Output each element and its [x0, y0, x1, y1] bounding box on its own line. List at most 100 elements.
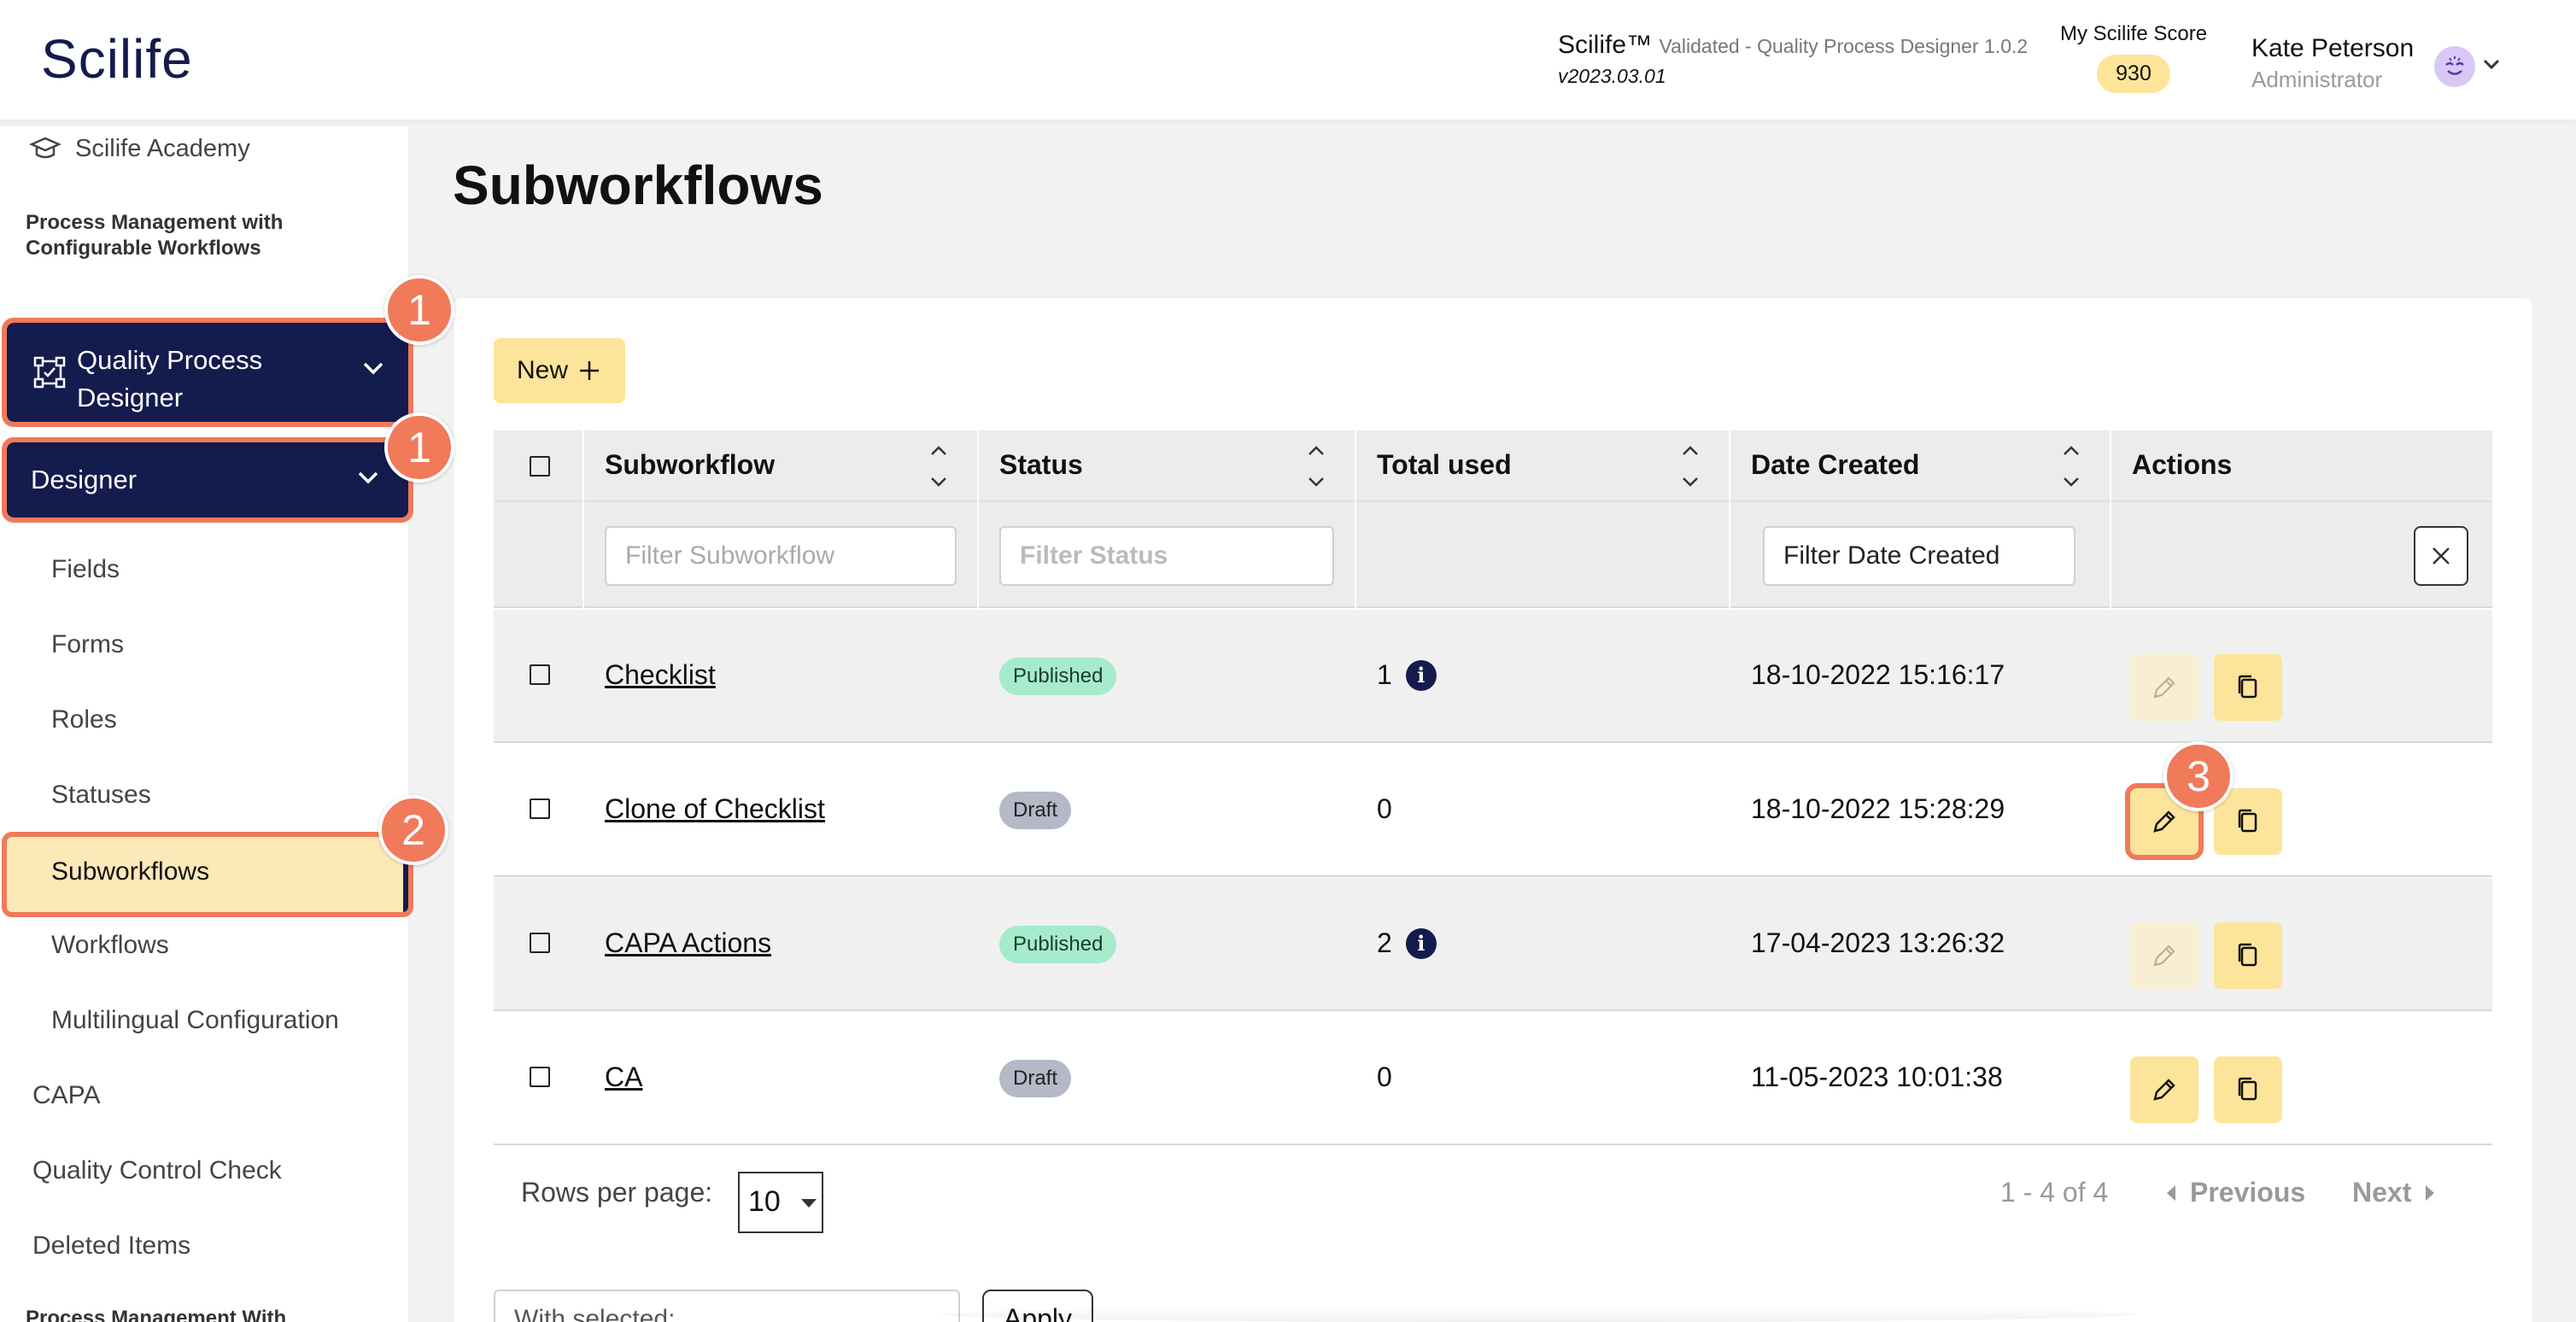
app-info: Scilife™ Validated - Quality Process Des…	[1558, 31, 2028, 88]
app-subtitle: Validated - Quality Process Designer 1.0…	[1659, 35, 2029, 57]
next-page-button[interactable]: Next	[2352, 1177, 2437, 1208]
table-row: CA Draft 0 11-05-2023 10:01:38	[494, 1012, 2492, 1145]
sidebar-item-roles[interactable]: Roles	[51, 705, 117, 734]
sort-icon[interactable]	[2060, 439, 2082, 494]
sidebar-item-workflows[interactable]: Workflows	[51, 931, 169, 960]
sidebar-item-fields[interactable]: Fields	[51, 555, 120, 584]
edit-button[interactable]	[2130, 922, 2198, 989]
sort-icon[interactable]	[928, 439, 950, 494]
new-button[interactable]: New	[494, 338, 625, 403]
callout-badge-1-second: 1	[384, 412, 454, 483]
workflow-icon	[33, 356, 66, 389]
sidebar-item-quality-control-check[interactable]: Quality Control Check	[32, 1156, 282, 1185]
scilife-logo[interactable]: Scilife	[41, 27, 193, 91]
filter-subworkflow-input[interactable]	[605, 526, 957, 586]
status-badge: Published	[999, 658, 1117, 695]
total-used-value: 1	[1377, 659, 1392, 690]
total-used-cell: 2 i	[1377, 927, 1437, 959]
status-badge: Draft	[999, 792, 1072, 829]
select-all-checkbox[interactable]	[530, 456, 550, 477]
chevron-down-icon[interactable]	[2482, 58, 2501, 70]
duplicate-button[interactable]	[2214, 922, 2282, 989]
clear-filters-button[interactable]	[2414, 526, 2468, 586]
info-icon[interactable]: i	[1405, 659, 1437, 691]
sidebar-item-subworkflows[interactable]: Subworkflows	[2, 832, 413, 917]
graduation-cap-icon	[29, 137, 61, 159]
sidebar-item-quality-process-designer[interactable]: Quality Process Designer	[2, 318, 413, 427]
sidebar-cut-off-title: Process Management With	[26, 1307, 287, 1322]
row-checkbox[interactable]	[530, 933, 550, 953]
column-header-status[interactable]: Status	[999, 449, 1083, 481]
subworkflow-link[interactable]: Clone of Checklist	[605, 793, 825, 825]
sidebar-item-designer[interactable]: Designer	[2, 437, 413, 523]
column-separator	[2110, 430, 2111, 608]
total-used-cell: 0	[1377, 1062, 1392, 1093]
edit-button[interactable]	[2130, 654, 2198, 721]
status-badge: Published	[999, 926, 1117, 963]
row-checkbox[interactable]	[530, 664, 550, 685]
sidebar-item-capa[interactable]: CAPA	[32, 1081, 100, 1110]
pencil-icon	[2153, 945, 2175, 967]
filter-status-input[interactable]	[999, 526, 1334, 586]
sidebar-item-forms[interactable]: Forms	[51, 630, 124, 659]
column-header-actions: Actions	[2132, 449, 2233, 480]
column-separator	[583, 430, 584, 608]
total-used-value: 2	[1377, 927, 1392, 958]
column-header-total-used[interactable]: Total used	[1377, 449, 1512, 481]
plus-icon	[580, 361, 599, 380]
user-block[interactable]: Kate Peterson Administrator	[2251, 34, 2414, 93]
copy-icon	[2238, 1077, 2257, 1101]
filter-date-created-input[interactable]	[1763, 526, 2075, 586]
caret-right-icon	[2426, 1185, 2435, 1201]
app-name: Scilife™	[1558, 31, 1653, 59]
date-created-cell: 11-05-2023 10:01:38	[1751, 1062, 2003, 1092]
edit-button[interactable]	[2130, 1056, 2198, 1123]
sidebar-item-multilingual-configuration[interactable]: Multilingual Configuration	[51, 1006, 339, 1035]
rows-per-page-label: Rows per page:	[521, 1177, 713, 1208]
sidebar-section-title: Process Management with Configurable Wor…	[26, 211, 284, 260]
pencil-icon	[2153, 810, 2175, 833]
subworkflow-link[interactable]: CAPA Actions	[605, 927, 771, 959]
duplicate-button[interactable]	[2214, 1056, 2282, 1123]
sidebar-item-academy[interactable]: Scilife Academy	[29, 132, 250, 166]
date-created-cell: 18-10-2022 15:28:29	[1751, 793, 2005, 824]
next-label: Next	[2352, 1177, 2412, 1208]
row-checkbox[interactable]	[530, 1067, 550, 1087]
column-separator	[977, 430, 979, 608]
score-block: My Scilife Score 930	[2060, 22, 2207, 93]
callout-badge-1: 1	[384, 275, 454, 345]
info-icon[interactable]: i	[1405, 927, 1437, 959]
with-selected-select[interactable]: With selected:	[494, 1290, 960, 1322]
subworkflow-link[interactable]: CA	[605, 1062, 642, 1093]
table-row: CAPA Actions Published 2 i 17-04-2023 13…	[494, 878, 2492, 1011]
qpd-label: Quality Process Designer	[77, 345, 263, 412]
app-version: v2023.03.01	[1558, 65, 1666, 87]
sidebar-academy-label: Scilife Academy	[75, 134, 250, 162]
sidebar-item-statuses[interactable]: Statuses	[51, 781, 151, 810]
designer-label: Designer	[31, 465, 138, 494]
sidebar-item-deleted-items[interactable]: Deleted Items	[32, 1231, 190, 1261]
score-badge[interactable]: 930	[2097, 55, 2170, 93]
total-used-cell: 1 i	[1377, 659, 1437, 691]
column-header-subworkflow[interactable]: Subworkflow	[605, 449, 775, 481]
column-header-date-created[interactable]: Date Created	[1751, 449, 1919, 481]
user-name: Kate Peterson	[2251, 34, 2415, 62]
sort-icon[interactable]	[1305, 439, 1327, 494]
avatar-face-icon	[2445, 56, 2464, 75]
user-role: Administrator	[2251, 67, 2383, 92]
subworkflow-link[interactable]: Checklist	[605, 659, 716, 691]
pencil-icon	[2153, 1079, 2175, 1101]
callout-badge-2: 2	[378, 795, 448, 865]
total-used-cell: 0	[1377, 793, 1392, 825]
subworkflows-label: Subworkflows	[51, 857, 210, 886]
pencil-icon	[2153, 676, 2175, 699]
row-checkbox[interactable]	[530, 798, 550, 819]
previous-page-button[interactable]: Previous	[2164, 1177, 2305, 1208]
copy-icon	[2238, 675, 2257, 699]
date-created-cell: 17-04-2023 13:26:32	[1751, 927, 2005, 958]
avatar[interactable]	[2434, 46, 2475, 87]
chevron-down-icon	[358, 471, 378, 484]
sort-icon[interactable]	[1679, 439, 1701, 494]
copy-icon	[2238, 943, 2257, 967]
duplicate-button[interactable]	[2214, 654, 2282, 721]
